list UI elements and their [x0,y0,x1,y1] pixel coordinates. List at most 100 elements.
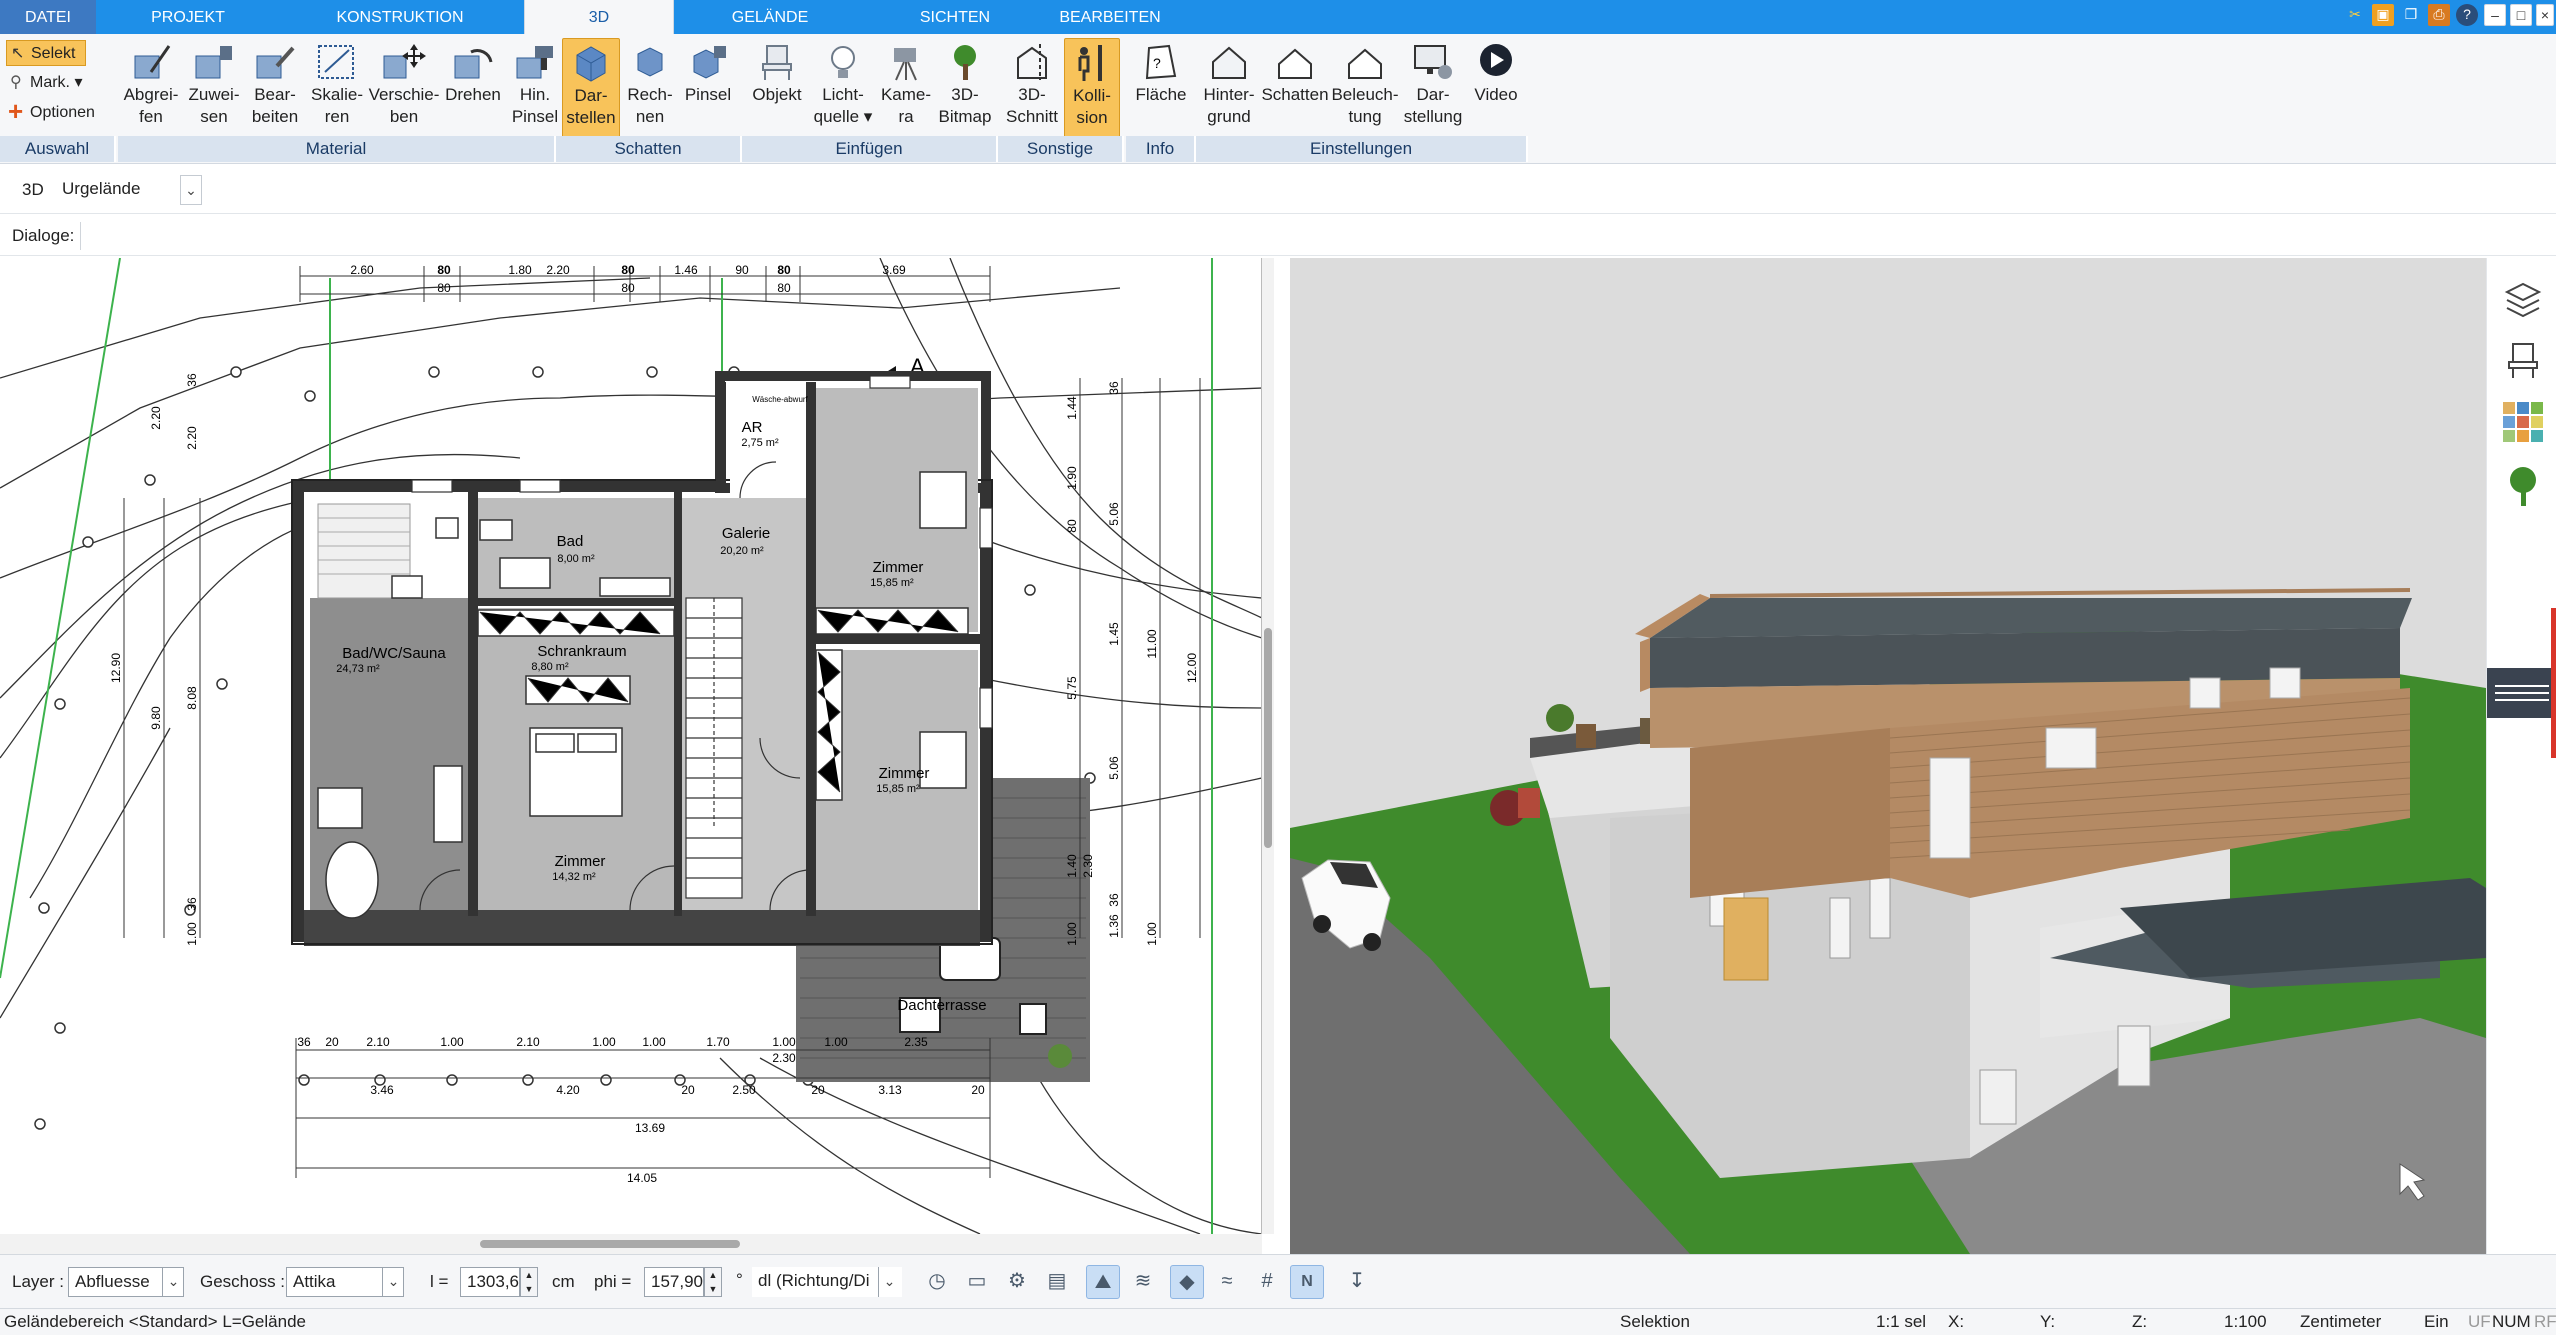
camera-view-icon[interactable]: ⚙ [1000,1265,1034,1299]
terrain-mesh-icon[interactable]: ≋ [1126,1265,1160,1299]
dimension-label: 9.80 [149,706,163,730]
restore-icon[interactable]: ❐ [2400,4,2422,26]
contour-line [0,277,651,379]
print-icon[interactable]: ⎙ [2428,4,2450,26]
3d-view[interactable] [1290,258,2486,1254]
layer-dropdown-icon[interactable]: ⌄ [162,1267,184,1297]
plants-catalog-icon[interactable] [2501,464,2545,508]
object-button[interactable]: Objekt [744,38,810,138]
screen-icon[interactable]: ▭ [960,1265,994,1299]
panel-toggle-button[interactable] [2487,668,2556,718]
dimension-label: 1.90 [1065,466,1079,490]
horizontal-scrollbar[interactable] [0,1234,1262,1254]
rotate-material-button[interactable]: Drehen [440,38,506,138]
terrain-dropdown-icon[interactable]: ⌄ [180,175,202,205]
status-num: NUM [2492,1312,2531,1331]
angle-stepper[interactable]: ▲ ▼ [704,1267,722,1297]
lightsource-button[interactable]: Licht-quelle ▾ [810,38,876,138]
select-button[interactable]: ↖ Selekt [6,40,86,66]
shadow-brush-button[interactable]: Pinsel [680,38,736,138]
status-ein: Ein [2424,1312,2449,1331]
grid-icon[interactable]: # [1250,1265,1284,1299]
wave-icon[interactable]: ≈ [1210,1265,1244,1299]
window-icon[interactable]: ▣ [2372,4,2394,26]
move-material-button[interactable]: Verschie-ben [368,38,440,138]
tab-3d[interactable]: 3D [524,0,674,34]
plane-icon[interactable]: ◆ [1170,1265,1204,1299]
paint-bucket-icon[interactable]: ▤ [1040,1265,1074,1299]
terrain-edit-icon[interactable]: ⛰ [1086,1265,1120,1299]
video-button[interactable]: Video [1466,38,1526,138]
layers-icon[interactable] [2501,278,2545,322]
dimension-label: 36 [297,1035,311,1049]
background-button[interactable]: Hinter-grund [1198,38,1260,138]
dimension-label: 2.30 [1081,854,1095,878]
pick-material-button[interactable]: Abgrei-fen [118,38,184,138]
scroll-thumb[interactable] [1264,628,1272,848]
chair-catalog-icon[interactable] [2501,338,2545,382]
dimension-label: 20 [681,1083,695,1097]
3d-section-button[interactable]: 3D- Schnitt [1000,38,1064,138]
lighting-button[interactable]: Beleuch-tung [1330,38,1400,138]
close-icon[interactable]: × [2536,4,2554,26]
dimension-label: 1.00 [440,1035,464,1049]
minimize-icon[interactable]: – [2484,4,2506,26]
tab-bearbeiten[interactable]: BEARBEITEN [1040,0,1180,34]
room-area: 8,80 m² [531,661,569,673]
tab-gelaende[interactable]: GELÄNDE [700,0,840,34]
move-icon [382,42,426,82]
house-shadow-icon [1273,42,1317,82]
clock-icon[interactable]: ◷ [920,1265,954,1299]
status-context: Geländebereich <Standard> L=Gelände [4,1312,306,1331]
length-input[interactable]: 1303,6 [460,1267,520,1297]
shadow-settings-button[interactable]: Schatten [1260,38,1330,138]
mark-button[interactable]: ⚲ Mark. ▾ [6,70,96,96]
north-icon[interactable]: N [1290,1265,1324,1299]
room-area: 24,73 m² [336,663,380,675]
tab-datei[interactable]: DATEI [0,0,96,34]
dimension-label: 20 [971,1083,985,1097]
display-settings-button[interactable]: Dar-stellung [1400,38,1466,138]
vertical-scrollbar[interactable] [1262,258,1274,1234]
menu-bar: DATEI PROJEKT KONSTRUKTION 3D GELÄNDE SI… [0,0,2556,34]
materials-palette-icon[interactable] [2501,400,2545,444]
bitmap-3d-button[interactable]: 3D- Bitmap [936,38,994,138]
direction-dropdown-icon[interactable]: ⌄ [878,1267,900,1297]
scale-material-button[interactable]: Skalie-ren [306,38,368,138]
dimension-label: 12.00 [1185,653,1199,683]
floor-plan-view[interactable]: A A [0,258,1262,1234]
pin-icon[interactable]: ↧ [1340,1265,1374,1299]
edit-material-button[interactable]: Bear-beiten [244,38,306,138]
area-button[interactable]: ? Fläche [1128,38,1194,138]
dimension-label: 1.00 [1065,922,1079,946]
hin-pinsel-button[interactable]: Hin. Pinsel [506,38,564,138]
contour-line [29,517,331,899]
maximize-icon[interactable]: □ [2510,4,2532,26]
tab-sichten[interactable]: SICHTEN [880,0,1030,34]
camera-button[interactable]: Kame-ra [876,38,936,138]
group-schatten: Schatten [556,136,742,162]
show-shadow-button[interactable]: Dar-stellen [562,38,620,138]
panel-indicator [2551,608,2556,758]
pipette-icon [129,42,173,82]
dimension-label: 2.60 [350,263,374,277]
dimension-label: 80 [1065,519,1079,533]
length-stepper[interactable]: ▲ ▼ [520,1267,538,1297]
scroll-thumb[interactable] [480,1240,740,1248]
tools-icon[interactable]: ✂ [2344,4,2366,26]
help-icon[interactable]: ? [2456,4,2478,26]
tab-konstruktion[interactable]: KONSTRUKTION [310,0,490,34]
dimension-label: 36 [1107,893,1121,907]
area-icon: ? [1139,42,1183,82]
plus-icon: + [8,96,24,126]
dimension-label: 36 [1107,381,1121,395]
tab-projekt[interactable]: PROJEKT [120,0,256,34]
collision-button[interactable]: Kolli-sion [1064,38,1120,138]
floor-dropdown-icon[interactable]: ⌄ [382,1267,404,1297]
dimension-label: 1.00 [642,1035,666,1049]
dimension-label: 80 [621,281,635,295]
angle-input[interactable]: 157,90 [644,1267,704,1297]
options-button[interactable]: + Optionen [6,96,110,126]
assign-material-button[interactable]: Zuwei-sen [184,38,244,138]
compute-shadow-button[interactable]: Rech-nen [620,38,680,138]
